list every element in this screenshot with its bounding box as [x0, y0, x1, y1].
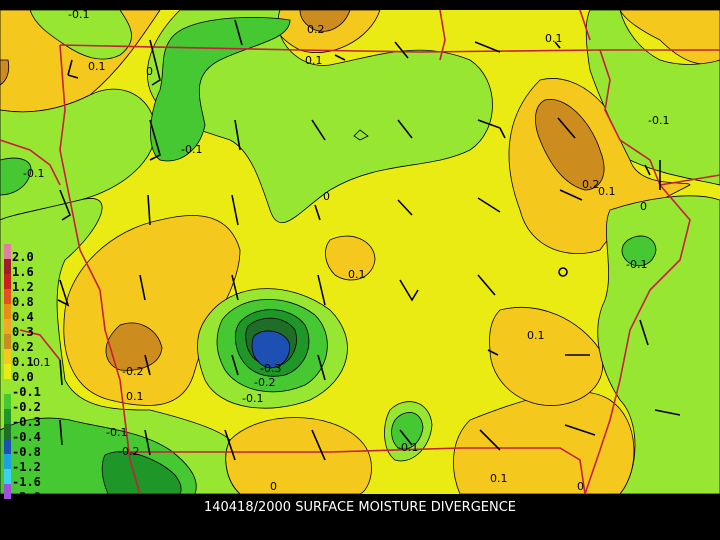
- legend-swatch: [4, 274, 11, 289]
- legend-label: 2.0: [12, 250, 34, 264]
- contour-label: -0.2: [254, 376, 275, 389]
- contour-label: 0.1: [348, 268, 366, 281]
- legend-swatch: [4, 349, 11, 364]
- legend-swatch: [4, 304, 11, 319]
- contour-label: 0.2: [582, 178, 600, 191]
- legend-label: -0.2: [12, 400, 41, 414]
- contour-label: 0.2: [307, 23, 325, 36]
- contour-label: 0: [577, 480, 584, 493]
- contour-label: -0.2: [122, 365, 143, 378]
- contour-label: 0: [270, 480, 277, 493]
- legend-label: 0.2: [12, 340, 34, 354]
- moisture-divergence-map: -0.1 0.2 0.1 0.1 0 0.1 -0.1 -0.1 -0.1 0 …: [0, 8, 720, 504]
- legend-swatch: [4, 484, 11, 499]
- contour-label: 0: [323, 190, 330, 203]
- legend-label: -0.1: [12, 385, 41, 399]
- legend-swatch: [4, 379, 11, 394]
- legend-swatch: [4, 409, 11, 424]
- legend-swatch: [4, 424, 11, 439]
- contour-label: 0: [146, 65, 153, 78]
- legend-swatch: [4, 469, 11, 484]
- legend-swatch: [4, 334, 11, 349]
- contour-label: 0.1: [33, 356, 51, 369]
- contour-label: 0.1: [545, 32, 563, 45]
- contour-label: -0.1: [397, 441, 418, 454]
- legend-swatch: [4, 244, 11, 259]
- contour-label: -0.1: [648, 114, 669, 127]
- contour-label: -0.1: [106, 426, 127, 439]
- legend-swatch: [4, 289, 11, 304]
- contour-label: 0.1: [598, 185, 616, 198]
- legend-swatch: [4, 259, 11, 274]
- legend-label: 0.1: [12, 355, 34, 369]
- contour-label: 0.1: [305, 54, 323, 67]
- contour-label: -0.1: [242, 392, 263, 405]
- contour-label: 0: [640, 200, 647, 213]
- legend-label: 1.2: [12, 280, 34, 294]
- map-caption: 140418/2000 SURFACE MOISTURE DIVERGENCE: [203, 500, 517, 515]
- legend-label: -0.3: [12, 415, 41, 429]
- legend-swatch: [4, 364, 11, 379]
- legend-swatch: [4, 319, 11, 334]
- legend-label: -1.2: [12, 460, 41, 474]
- contour-label: 0.1: [527, 329, 545, 342]
- legend-label: 0.4: [12, 310, 34, 324]
- legend-label: 1.6: [12, 265, 34, 279]
- contour-label: 0.1: [490, 472, 508, 485]
- legend-swatch: [4, 394, 11, 409]
- contour-label: -0.1: [68, 8, 89, 21]
- contour-label: -0.1: [626, 258, 647, 271]
- legend-label: -1.6: [12, 475, 41, 489]
- contour-label: -0.3: [260, 362, 281, 375]
- contour-label: -0.2: [118, 445, 139, 458]
- contour-label: -0.1: [23, 167, 44, 180]
- contour-label: -0.1: [181, 143, 202, 156]
- legend-label: 0.8: [12, 295, 34, 309]
- legend-swatch: [4, 439, 11, 454]
- contour-label: 0.1: [88, 60, 106, 73]
- legend-label: 0.3: [12, 325, 34, 339]
- contour-label: 0.1: [126, 390, 144, 403]
- legend-label: -0.4: [12, 430, 41, 444]
- legend-label: -0.8: [12, 445, 41, 459]
- legend-label: 0.0: [12, 370, 34, 384]
- legend-swatch: [4, 454, 11, 469]
